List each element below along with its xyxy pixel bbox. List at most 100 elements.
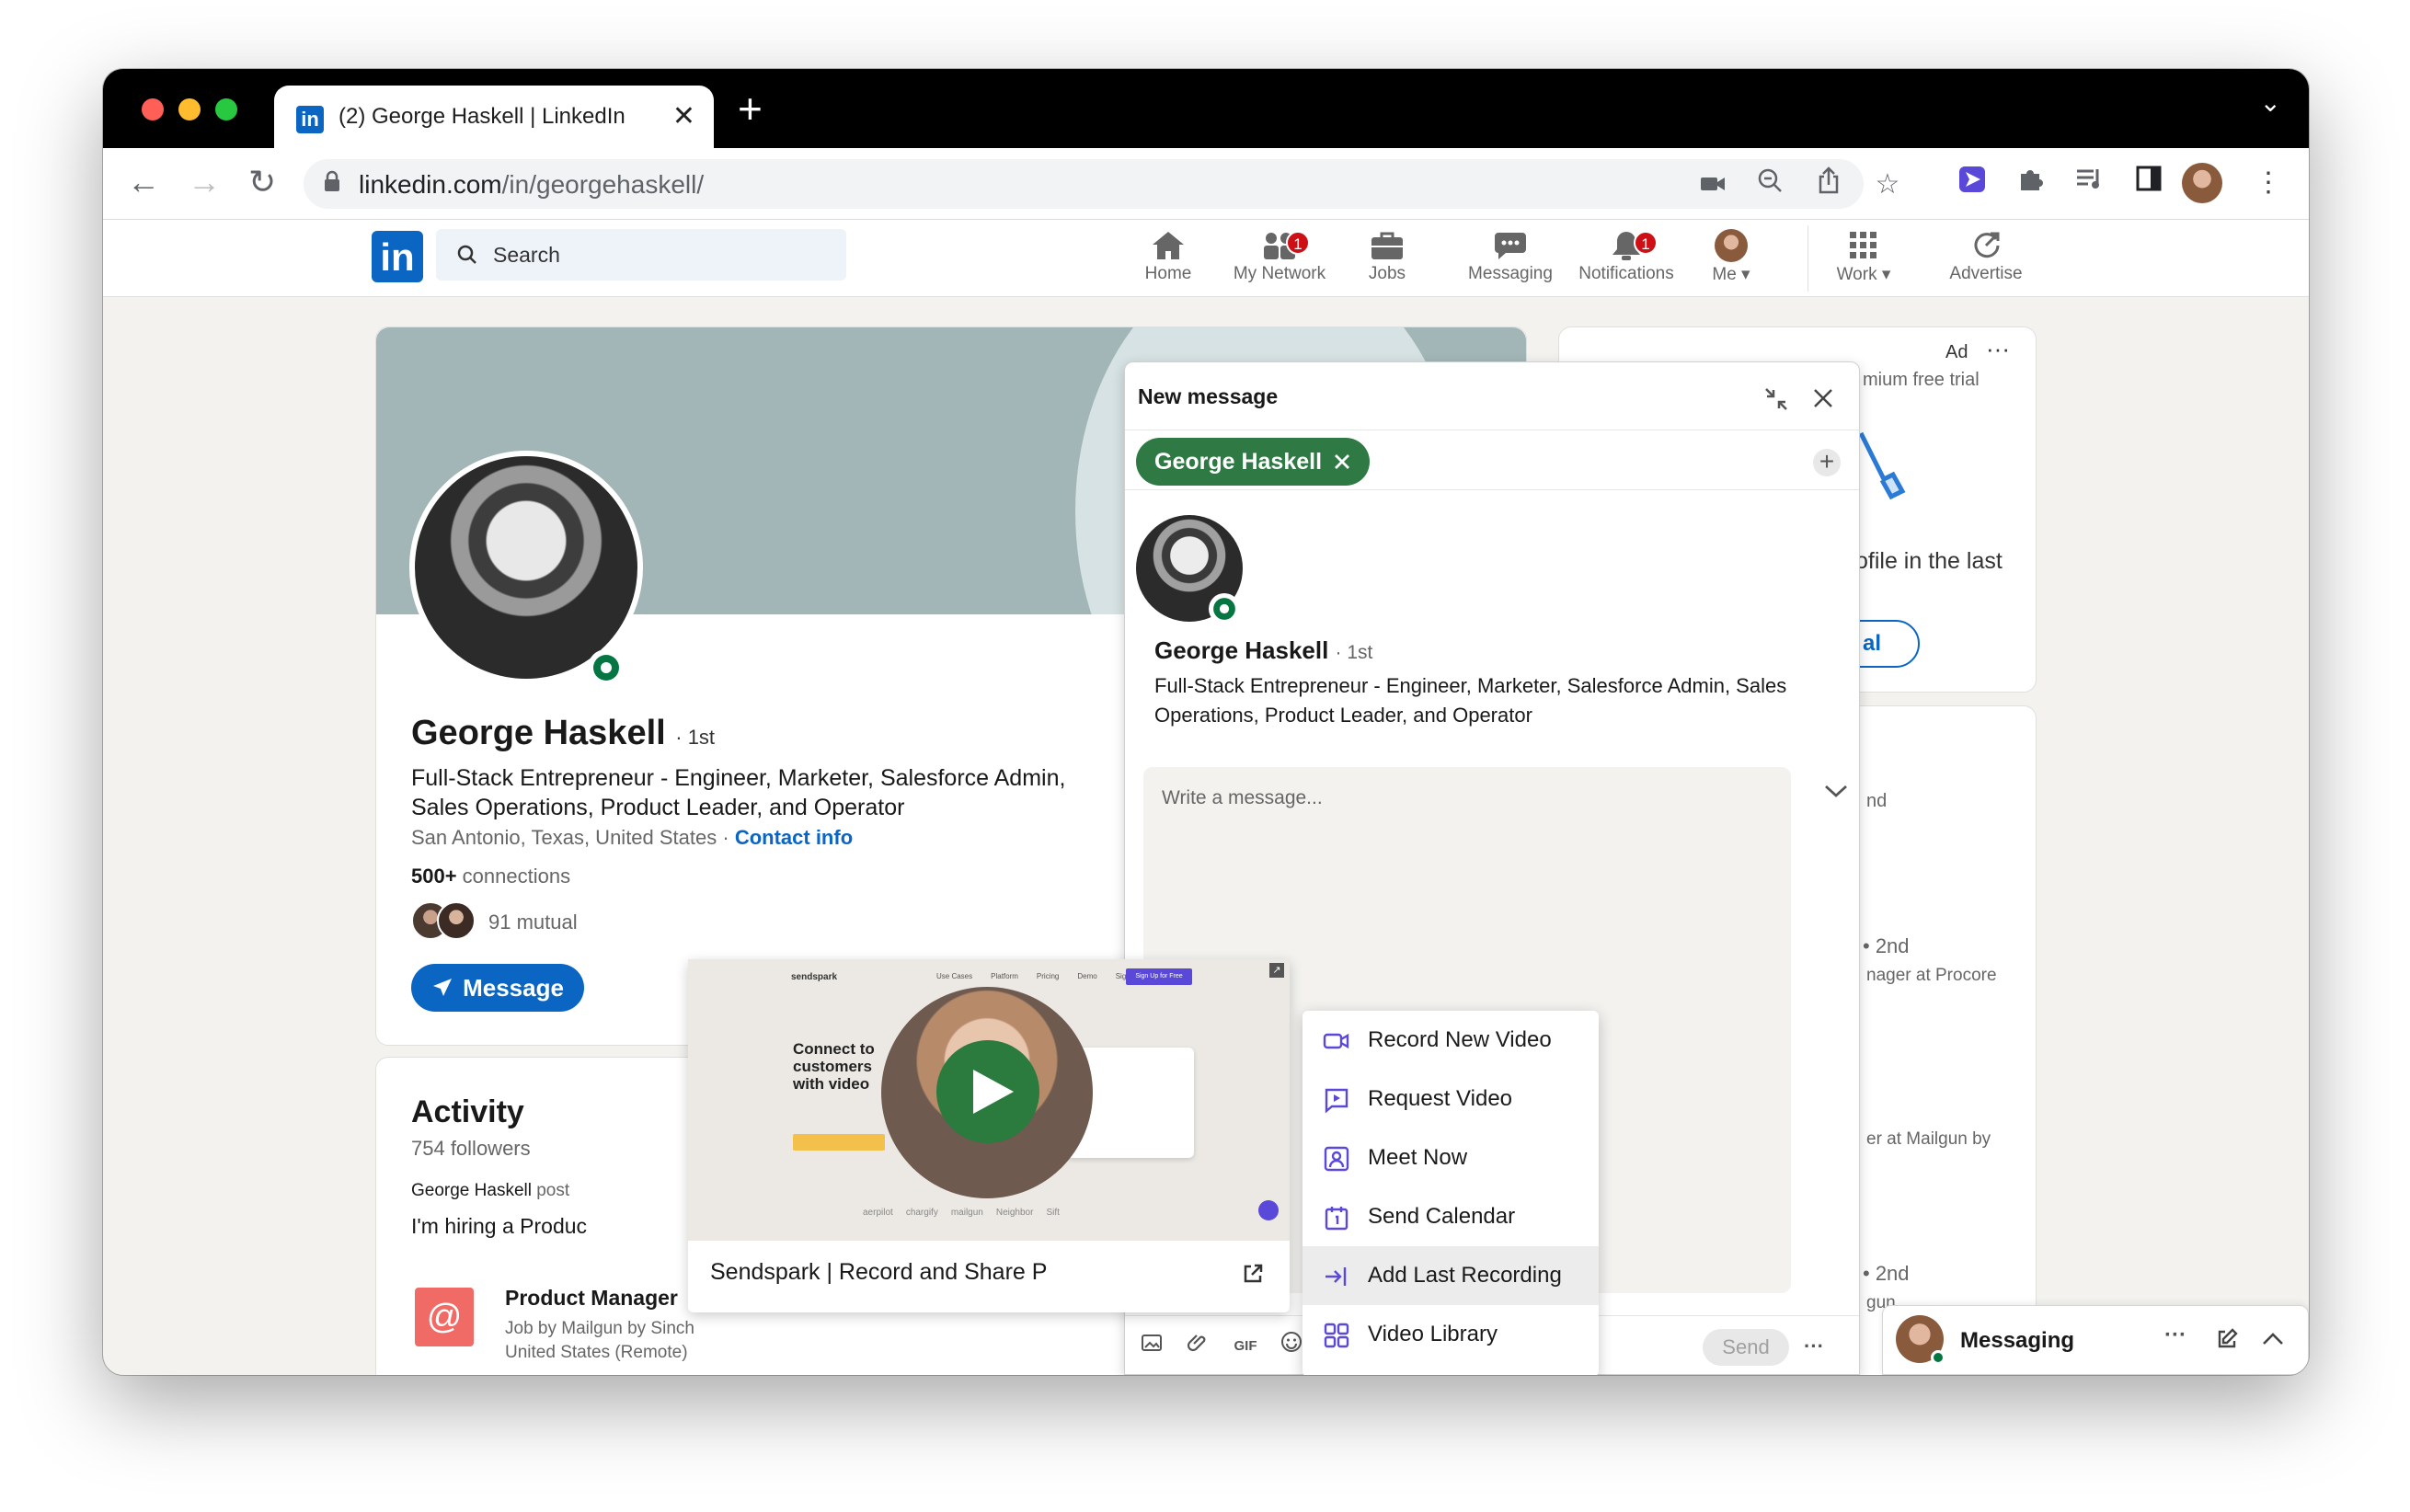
activity-title: Activity [411, 1094, 524, 1129]
activity-post-author: George Haskell post [411, 1181, 570, 1200]
send-plane-icon [433, 979, 453, 996]
message-placeholder: Write a message... [1162, 787, 1323, 808]
video-preview-card[interactable]: sendspark Use Cases Platform Pricing Demo Si… [688, 959, 1290, 1312]
browser-window: in (2) George Haskell | LinkedIn ✕ + ⌄ ←… [103, 69, 2309, 1375]
grid-icon [1324, 1323, 1349, 1348]
recipient-headline: Full-Stack Entrepreneur - Engineer, Mark… [1154, 674, 1787, 727]
maximize-window-button[interactable] [215, 98, 237, 120]
job-title[interactable]: Product Manager [505, 1286, 678, 1311]
gif-icon[interactable]: GIF [1230, 1331, 1261, 1362]
online-status-icon [1931, 1350, 1945, 1365]
attachment-icon[interactable] [1182, 1331, 1213, 1362]
messaging-bar[interactable]: Messaging ··· [1882, 1305, 2309, 1375]
browser-tab[interactable]: in (2) George Haskell | LinkedIn ✕ [274, 86, 714, 150]
image-icon[interactable] [1136, 1331, 1167, 1362]
linkedin-favicon-icon: in [296, 106, 324, 133]
tab-search-chevron-icon[interactable]: ⌄ [2260, 87, 2281, 118]
nav-work[interactable]: Work ▾ [1818, 227, 1910, 285]
sendspark-extension-icon[interactable] [1954, 165, 1991, 201]
close-icon[interactable] [1811, 386, 1835, 410]
meet-icon [1324, 1146, 1349, 1172]
menu-item-record-new-video[interactable]: Record New Video [1303, 1011, 1599, 1070]
nav-home[interactable]: Home [1122, 227, 1214, 284]
open-external-icon[interactable] [1242, 1263, 1264, 1285]
profile-headline: Full-Stack Entrepreneur - Engineer, Mark… [411, 765, 1066, 820]
message-button[interactable]: Message [411, 964, 584, 1012]
browser-toolbar: ← → ↻ linkedin.com/in/georgehaskell/ ☆ ⋮ [103, 148, 2309, 220]
forward-button[interactable]: → [188, 163, 221, 201]
nav-jobs[interactable]: Jobs [1341, 227, 1433, 284]
add-recipient-icon[interactable]: + [1813, 449, 1841, 476]
site-cta-block [793, 1134, 885, 1151]
address-bar[interactable]: linkedin.com/in/georgehaskell/ ☆ [304, 159, 1899, 209]
ad-more-icon[interactable]: ··· [1986, 335, 2010, 363]
ad-label: Ad [1945, 342, 1968, 362]
side-panel-icon[interactable] [2130, 165, 2167, 201]
minimize-window-button[interactable] [178, 98, 201, 120]
nav-me[interactable]: Me ▾ [1685, 227, 1777, 285]
close-window-button[interactable] [142, 98, 164, 120]
back-button[interactable]: ← [127, 163, 160, 201]
media-controls-icon[interactable] [2071, 165, 2108, 201]
people-text: nd [1866, 791, 1888, 811]
job-details: Job by Mailgun by Sinch United States (Re… [505, 1319, 694, 1362]
menu-item-label: Send Calendar [1368, 1204, 1516, 1229]
menu-item-meet-now[interactable]: Meet Now [1303, 1128, 1599, 1187]
nav-advertise-label: Advertise [1949, 264, 2023, 283]
remove-recipient-icon[interactable] [1333, 452, 1351, 471]
people-degree: • 2nd [1863, 1262, 1910, 1285]
nav-home-label: Home [1144, 264, 1192, 283]
people-role: er at Mailgun by [1866, 1129, 1991, 1149]
send-button[interactable]: Send [1703, 1329, 1789, 1366]
activity-post-text[interactable]: I'm hiring a Produc [411, 1214, 587, 1239]
messaging-label: Messaging [1960, 1328, 2075, 1353]
reload-button[interactable]: ↻ [248, 163, 276, 201]
online-status-icon [588, 649, 625, 686]
ad-text-2: ofile in the last [1855, 548, 2003, 574]
nav-work-label: Work ▾ [1836, 265, 1891, 284]
expand-chevron-icon[interactable] [1824, 784, 1848, 798]
nav-messaging[interactable]: Messaging [1455, 227, 1566, 284]
bookmark-star-icon[interactable]: ☆ [1869, 166, 1906, 203]
menu-item-video-library[interactable]: Video Library [1303, 1305, 1599, 1364]
new-tab-button[interactable]: + [738, 84, 763, 133]
online-status-icon [1209, 593, 1240, 624]
tab-close-icon[interactable]: ✕ [672, 100, 695, 132]
menu-item-label: Meet Now [1368, 1145, 1468, 1170]
browser-menu-icon[interactable]: ⋮ [2250, 165, 2287, 201]
profile-avatar[interactable] [2182, 163, 2222, 203]
nav-my-network[interactable]: My Network 1 [1212, 227, 1347, 284]
play-button[interactable] [936, 1040, 1039, 1143]
arrow-in-icon [1326, 1267, 1347, 1286]
contact-info-link[interactable]: Contact info [735, 826, 853, 849]
search-placeholder: Search [493, 243, 560, 267]
share-icon[interactable] [1810, 166, 1847, 203]
menu-item-add-last-recording[interactable]: Add Last Recording [1303, 1246, 1599, 1305]
signup-cta: Sign Up for Free [1126, 968, 1192, 985]
linkedin-logo[interactable]: in [372, 231, 423, 282]
video-caption: Sendspark | Record and Share P [710, 1259, 1048, 1285]
compose-icon[interactable] [2216, 1328, 2238, 1350]
recipient-chip[interactable]: George Haskell [1136, 438, 1371, 486]
nav-notifications[interactable]: Notifications 1 [1566, 227, 1687, 284]
menu-item-request-video[interactable]: Request Video [1303, 1070, 1599, 1128]
zoom-icon[interactable] [1751, 166, 1788, 203]
new-message-header: New message [1125, 362, 1859, 430]
video-thumbnail[interactable]: sendspark Use Cases Platform Pricing Demo Si… [688, 959, 1290, 1241]
connections-count[interactable]: 500+ connections [411, 865, 570, 888]
mutual-avatar [437, 901, 476, 940]
expand-chevron-icon[interactable] [2262, 1332, 2284, 1346]
home-icon [1153, 232, 1184, 259]
calendar-icon [1325, 1207, 1348, 1231]
search-input[interactable]: Search [436, 229, 846, 281]
browser-titlebar: in (2) George Haskell | LinkedIn ✕ + ⌄ [103, 69, 2309, 150]
extensions-puzzle-icon[interactable] [2013, 165, 2049, 201]
menu-item-send-calendar[interactable]: Send Calendar [1303, 1187, 1599, 1246]
recipient-divider [1125, 489, 1859, 490]
minimize-icon[interactable] [1763, 386, 1789, 412]
messaging-more-icon[interactable]: ··· [2164, 1323, 2186, 1348]
nav-advertise[interactable]: Advertise [1926, 227, 2046, 284]
people-degree: • 2nd [1863, 934, 1910, 957]
camera-icon[interactable] [1694, 166, 1731, 203]
more-options-icon[interactable]: ··· [1798, 1331, 1830, 1362]
